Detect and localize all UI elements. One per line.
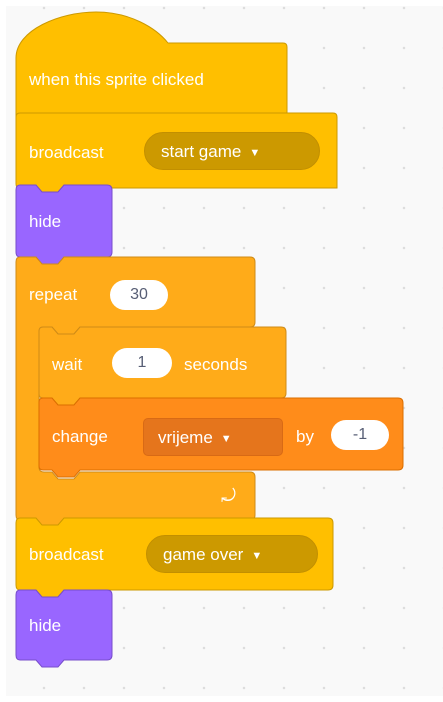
hide-label-2: hide: [29, 616, 62, 635]
variable-name: vrijeme: [158, 428, 213, 447]
loop-arrow-icon: ⤾: [221, 486, 236, 506]
wait-label: wait: [52, 355, 83, 374]
seconds-label: seconds: [184, 355, 248, 374]
dropdown-caret-icon: ▼: [251, 550, 263, 562]
repeat-label: repeat: [29, 285, 78, 304]
script-blocks: [15, 11, 404, 668]
dropdown-caret-icon: ▼: [249, 147, 261, 159]
dropdown-caret-icon: ▼: [220, 433, 232, 445]
hide-label-1: hide: [29, 212, 62, 231]
change-by-input[interactable]: -1: [331, 420, 389, 450]
hat-block-label: when this sprite clicked: [29, 70, 204, 89]
change-label: change: [52, 427, 108, 446]
broadcast-message-dropdown-1[interactable]: start game ▼: [144, 132, 320, 170]
broadcast-message-1: start game: [161, 142, 242, 161]
repeat-count-input[interactable]: 30: [110, 280, 168, 310]
broadcast-label-1: broadcast: [29, 143, 104, 162]
broadcast-label-2: broadcast: [29, 545, 104, 564]
variable-dropdown[interactable]: vrijeme ▼: [143, 418, 283, 456]
broadcast-message-2: game over: [163, 545, 244, 564]
broadcast-message-dropdown-2[interactable]: game over ▼: [146, 535, 318, 573]
by-label: by: [296, 427, 314, 446]
when-sprite-clicked-block[interactable]: [15, 11, 288, 119]
wait-seconds-input[interactable]: 1: [112, 348, 172, 378]
